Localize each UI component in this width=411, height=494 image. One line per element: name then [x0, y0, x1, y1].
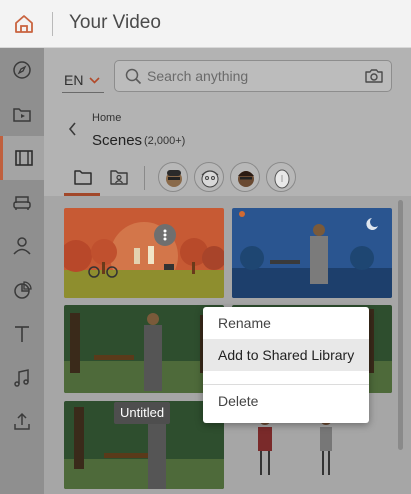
menu-item-rename[interactable]: Rename	[203, 307, 369, 339]
scene-thumbnail-park-sunset[interactable]	[64, 208, 224, 298]
header-divider	[52, 12, 53, 36]
sidebar-item-upload[interactable]	[0, 400, 44, 444]
media-folder-icon	[13, 108, 31, 122]
scene-thumbnail-night-park[interactable]	[232, 208, 392, 298]
tab-my-folders[interactable]	[102, 160, 136, 194]
person-icon	[13, 237, 31, 255]
app-header: Your Video	[0, 0, 411, 48]
scene-image	[64, 305, 224, 393]
character-avatar-1[interactable]	[158, 162, 188, 192]
language-underline	[62, 92, 104, 93]
breadcrumb[interactable]: Home	[92, 112, 121, 124]
character-avatar-4[interactable]	[266, 162, 296, 192]
language-label: EN	[64, 72, 84, 88]
home-icon	[15, 15, 33, 33]
search-input[interactable]	[147, 61, 357, 91]
user-folder-icon	[110, 170, 128, 185]
sidebar-item-music[interactable]	[0, 356, 44, 400]
sidebar-item-explore[interactable]	[0, 48, 44, 92]
text-icon	[15, 326, 29, 342]
tab-folders[interactable]	[66, 160, 100, 194]
tooltip: Untitled	[114, 402, 171, 424]
sidebar-item-scenes[interactable]	[0, 136, 44, 180]
scene-thumbnail-forest-1[interactable]	[64, 305, 224, 393]
sofa-icon	[13, 196, 31, 210]
language-selector[interactable]: EN	[64, 68, 101, 92]
character-avatar-3[interactable]	[230, 162, 260, 192]
panel-toolbar: EN Home Scenes (2,000+)	[44, 48, 411, 196]
tab-divider	[144, 166, 145, 190]
sidebar-item-characters[interactable]	[0, 224, 44, 268]
folder-icon	[74, 170, 92, 185]
search-box	[114, 60, 392, 92]
scene-image	[232, 208, 392, 298]
page-title: Your Video	[69, 12, 161, 33]
compass-icon	[13, 61, 31, 79]
chevron-down-icon	[89, 76, 101, 84]
scene-image	[64, 208, 224, 298]
upload-icon	[14, 412, 30, 430]
sidebar-item-media[interactable]	[0, 92, 44, 136]
search-icon	[125, 68, 142, 85]
music-icon	[14, 369, 29, 387]
film-icon	[14, 150, 33, 166]
home-button[interactable]	[0, 0, 48, 48]
menu-item-delete[interactable]: Delete	[203, 385, 369, 417]
more-vertical-icon	[163, 229, 167, 241]
sidebar-item-text[interactable]	[0, 312, 44, 356]
active-tab-indicator	[64, 193, 100, 196]
sidebar	[0, 48, 44, 494]
pie-chart-icon	[14, 281, 32, 299]
scrollbar[interactable]	[398, 200, 403, 450]
section-title: Scenes	[92, 132, 143, 149]
menu-item-add-to-shared-library[interactable]: Add to Shared Library	[203, 339, 369, 371]
context-menu: Rename Add to Shared Library Delete	[203, 307, 369, 423]
sidebar-item-charts[interactable]	[0, 268, 44, 312]
item-count: (2,000+)	[144, 135, 186, 147]
sidebar-item-props[interactable]	[0, 180, 44, 224]
back-arrow-icon[interactable]	[68, 122, 78, 136]
camera-icon[interactable]	[365, 68, 383, 84]
character-avatar-2[interactable]	[194, 162, 224, 192]
more-options-button[interactable]	[154, 224, 176, 246]
